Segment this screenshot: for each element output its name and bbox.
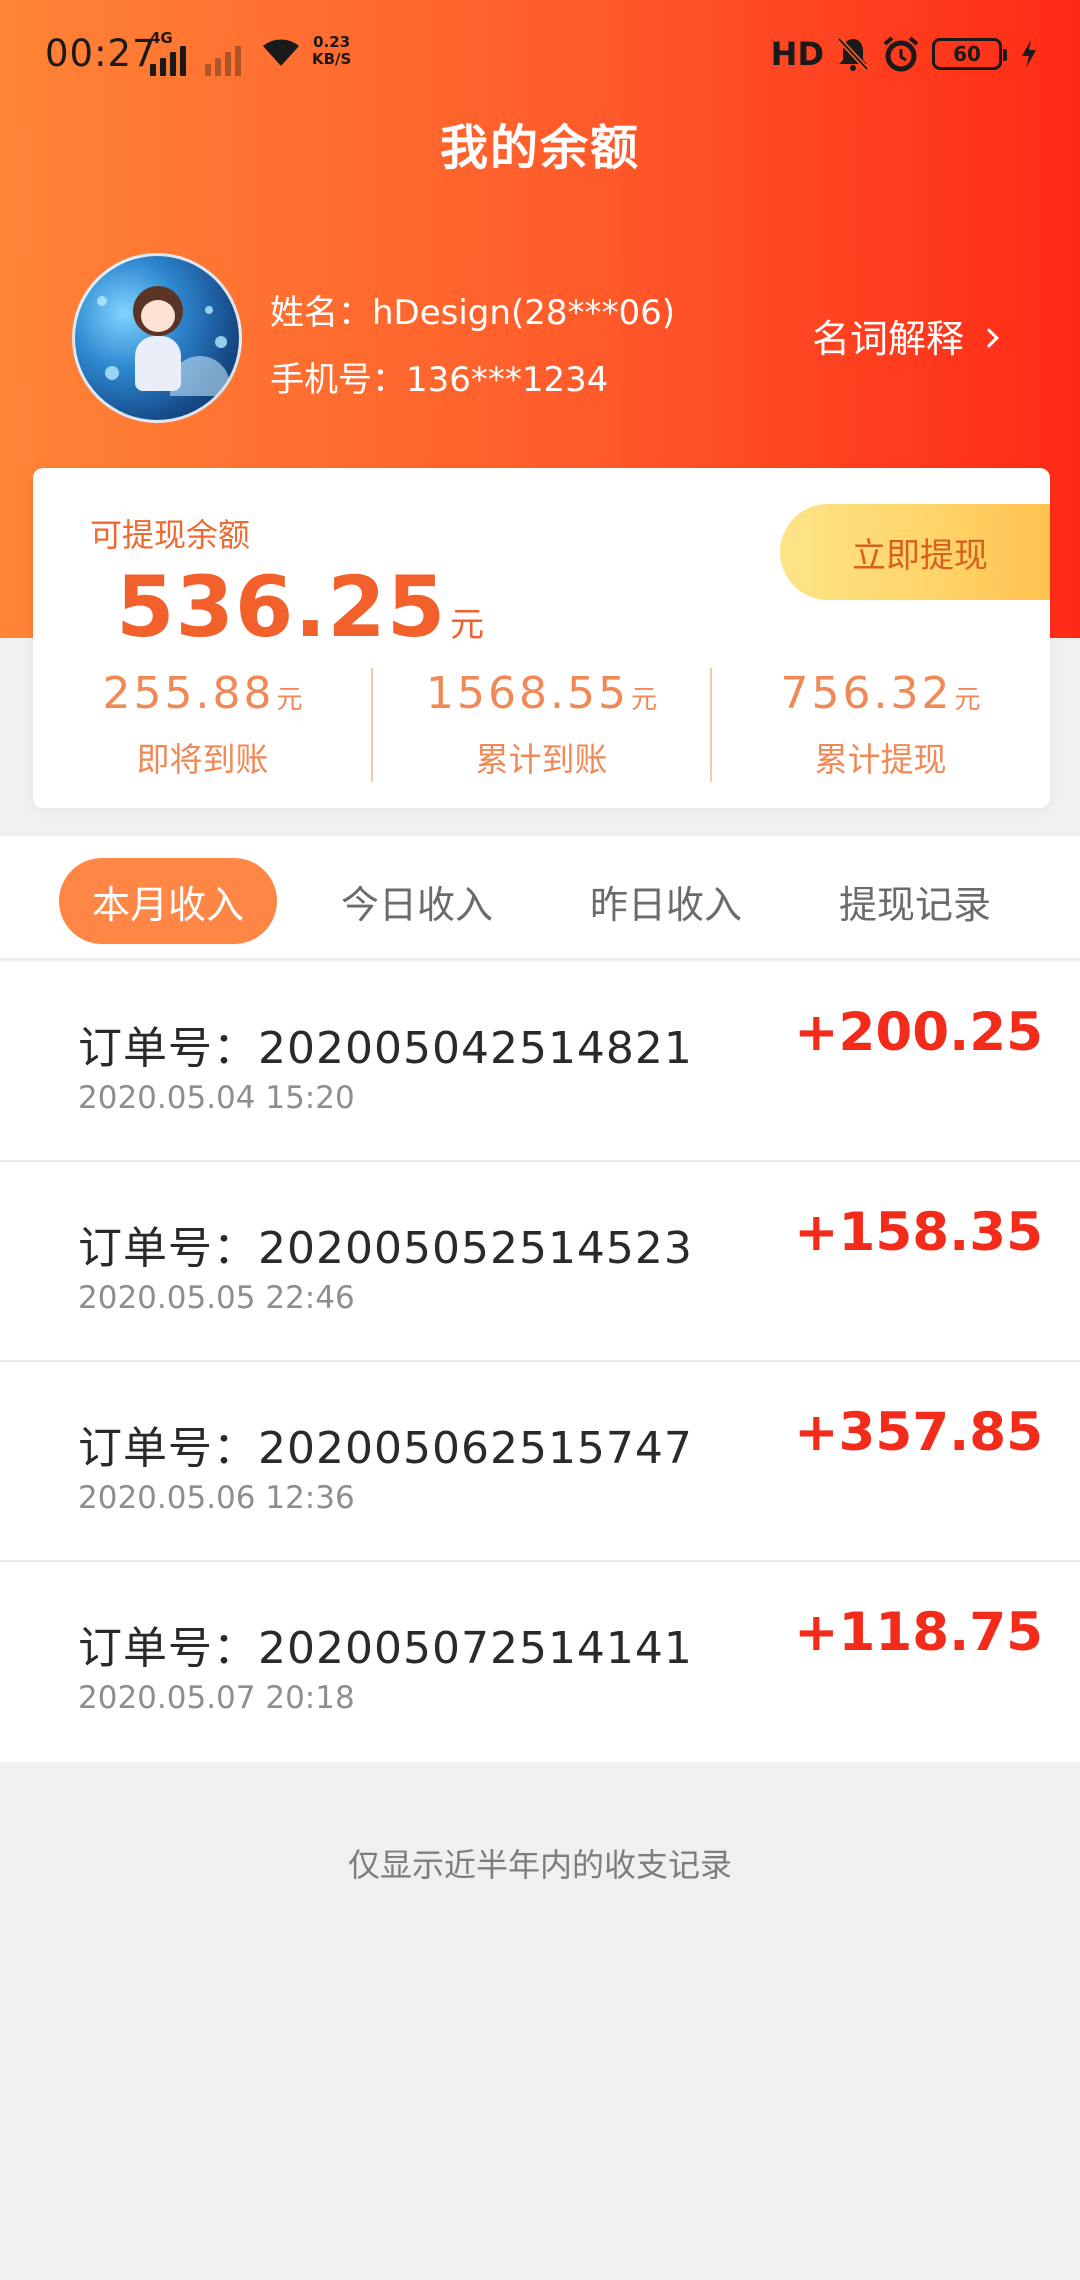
order-time: 2020.05.06 12:36 xyxy=(78,1480,355,1516)
stat-total-received-unit: 元 xyxy=(630,685,657,715)
stat-total-received-label: 累计到账 xyxy=(475,740,608,779)
stat-pending-value: 255.88 xyxy=(102,668,275,719)
order-time: 2020.05.04 15:20 xyxy=(78,1080,355,1116)
user-name: 姓名：hDesign(28***06) xyxy=(270,293,675,333)
status-right: HD 60 xyxy=(771,32,1038,76)
order-amount: +200.25 xyxy=(794,1002,1043,1063)
status-time: 00:27 xyxy=(45,32,157,75)
order-amount: +158.35 xyxy=(794,1202,1043,1263)
order-time: 2020.05.05 22:46 xyxy=(78,1280,355,1316)
stat-pending-unit: 元 xyxy=(276,685,303,715)
wifi-icon xyxy=(263,39,299,66)
records-footnote: 仅显示近半年内的收支记录 xyxy=(347,1846,732,1884)
order-number: 订单号：202005062515747 xyxy=(78,1423,693,1474)
network-speed: 0.23 KB/S xyxy=(312,34,351,68)
stat-total-withdrawn-value: 756.32 xyxy=(780,668,953,719)
stat-pending: 255.88元 即将到账 xyxy=(33,668,372,781)
tab-this-month[interactable]: 本月收入 xyxy=(59,858,277,944)
list-item[interactable]: 订单号：202005072514141 2020.05.07 20:18 +11… xyxy=(0,1562,1080,1762)
order-amount: +118.75 xyxy=(794,1602,1043,1663)
signal-icon xyxy=(150,40,186,76)
stat-total-withdrawn-unit: 元 xyxy=(954,685,981,715)
hd-label: HD xyxy=(770,35,824,73)
record-list: 订单号：202005042514821 2020.05.04 15:20 +20… xyxy=(0,962,1080,1762)
stat-total-withdrawn-label: 累计提现 xyxy=(814,740,947,779)
list-item[interactable]: 订单号：202005052514523 2020.05.05 22:46 +15… xyxy=(0,1162,1080,1362)
glossary-link[interactable]: 名词解释 xyxy=(812,308,999,363)
mute-bell-icon xyxy=(837,37,869,71)
order-amount: +357.85 xyxy=(794,1402,1043,1463)
tab-withdraw-records[interactable]: 提现记录 xyxy=(806,858,1024,944)
balance-card: 可提现余额 536.25 元 立即提现 255.88元 即将到账 1568.55元… xyxy=(33,468,1050,808)
network-speed-unit: KB/S xyxy=(312,50,352,68)
alarm-icon xyxy=(883,36,919,72)
glossary-label: 名词解释 xyxy=(812,317,965,361)
signal-icon-secondary xyxy=(205,40,241,76)
withdraw-now-button[interactable]: 立即提现 xyxy=(780,504,1050,600)
stat-pending-label: 即将到账 xyxy=(136,740,269,779)
battery-icon: 60 xyxy=(932,38,1007,70)
withdrawable-balance-label: 可提现余额 xyxy=(90,516,251,554)
chevron-right-icon xyxy=(979,327,999,348)
tab-yesterday[interactable]: 昨日收入 xyxy=(557,858,775,944)
charging-icon xyxy=(1022,40,1036,68)
user-phone: 手机号：136***1234 xyxy=(270,360,609,400)
income-tabs: 本月收入 今日收入 昨日收入 提现记录 xyxy=(0,836,1080,960)
order-number: 订单号：202005042514821 xyxy=(78,1023,693,1074)
stat-total-withdrawn: 756.32元 累计提现 xyxy=(711,668,1050,781)
status-bar: 00:27 4G 0.23 KB/S HD 60 xyxy=(0,0,1080,108)
withdrawable-balance-unit: 元 xyxy=(450,605,485,645)
list-item[interactable]: 订单号：202005042514821 2020.05.04 15:20 +20… xyxy=(0,962,1080,1162)
list-item[interactable]: 订单号：202005062515747 2020.05.06 12:36 +35… xyxy=(0,1362,1080,1562)
withdrawable-balance: 536.25 元 xyxy=(116,558,484,656)
network-speed-value: 0.23 xyxy=(313,33,351,51)
stat-total-received-value: 1568.55 xyxy=(426,668,629,719)
page-title: 我的余额 xyxy=(439,120,640,176)
stat-total-received: 1568.55元 累计到账 xyxy=(372,668,711,781)
order-number: 订单号：202005072514141 xyxy=(78,1623,693,1674)
order-number: 订单号：202005052514523 xyxy=(78,1223,693,1274)
tab-today[interactable]: 今日收入 xyxy=(308,858,526,944)
avatar[interactable] xyxy=(72,253,242,423)
withdrawable-balance-amount: 536.25 xyxy=(116,558,447,656)
order-time: 2020.05.07 20:18 xyxy=(78,1680,355,1716)
battery-level: 60 xyxy=(953,42,981,66)
